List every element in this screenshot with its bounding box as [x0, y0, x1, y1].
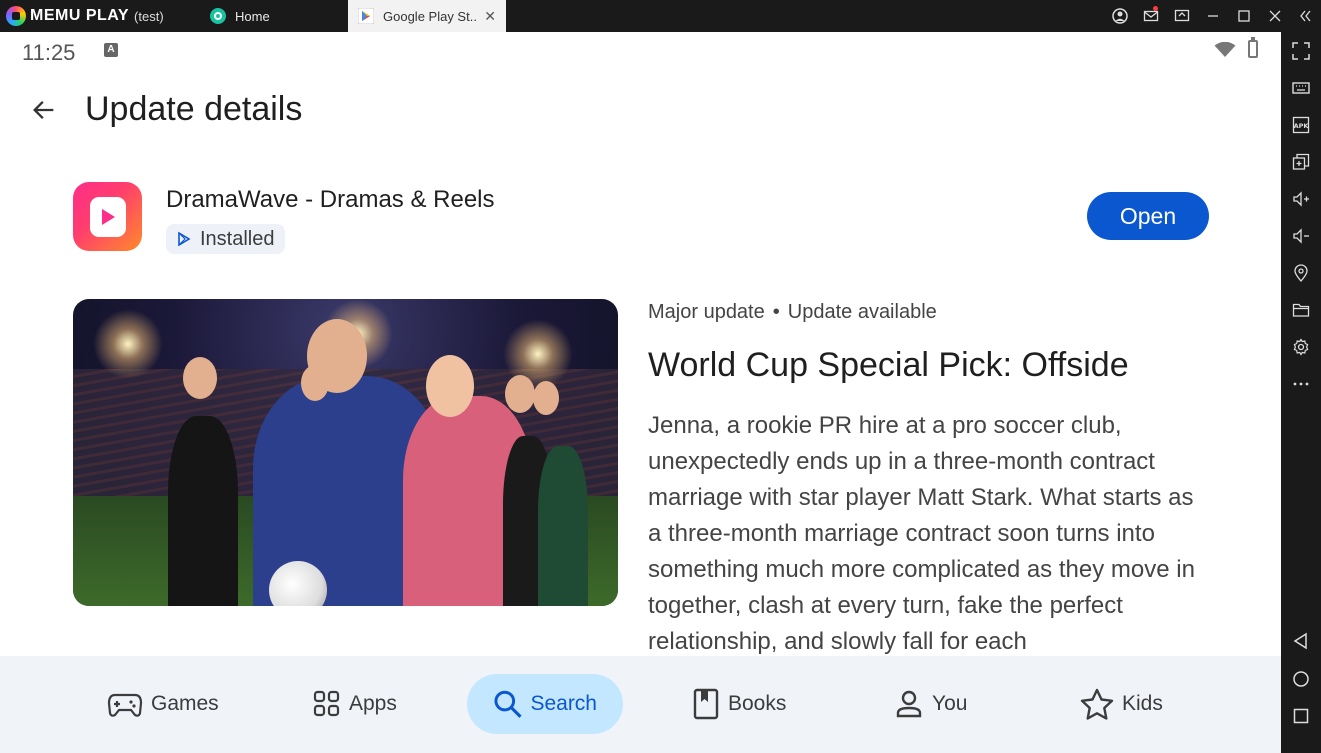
bottom-navigation: Games Apps Search Books You Kids [0, 656, 1281, 753]
close-tab-icon[interactable]: ✕ [484, 8, 496, 25]
home-tab-icon [210, 8, 226, 24]
page-header: Update details [0, 80, 1281, 140]
close-window-icon[interactable] [1259, 0, 1290, 32]
nav-kids[interactable]: Kids [1080, 674, 1163, 734]
android-screen: 11:25 A Update details DramaWave - Drama… [0, 32, 1281, 753]
back-button[interactable] [24, 90, 64, 130]
nav-apps-label: Apps [349, 692, 397, 715]
android-recents-icon[interactable] [1290, 705, 1312, 727]
update-status: Update available [787, 301, 937, 323]
book-icon [693, 688, 719, 720]
instance-name: (test) [134, 8, 164, 24]
android-home-icon[interactable] [1290, 668, 1312, 690]
nav-kids-label: Kids [1122, 692, 1163, 715]
installed-play-icon [178, 231, 191, 247]
memu-logo: MEMU PLAY (test) [0, 0, 200, 32]
page-title: Update details [85, 90, 303, 128]
update-meta: Major update • Update available [648, 301, 937, 324]
nav-books[interactable]: Books [692, 674, 786, 734]
emulator-titlebar: MEMU PLAY (test) Home Google Play St.. ✕ [0, 0, 1321, 32]
account-icon[interactable] [1104, 0, 1135, 32]
volume-down-icon[interactable] [1290, 225, 1312, 247]
apps-grid-icon [313, 690, 340, 717]
android-back-icon[interactable] [1290, 630, 1312, 652]
minimize-icon[interactable] [1197, 0, 1228, 32]
nav-games[interactable]: Games [107, 674, 219, 734]
play-triangle-icon [101, 208, 115, 225]
app-name: DramaWave - Dramas & Reels [166, 186, 495, 213]
wifi-icon [1214, 42, 1236, 57]
notification-dot [1153, 6, 1158, 11]
volume-up-icon[interactable] [1290, 188, 1312, 210]
collapse-sidebar-icon[interactable] [1290, 0, 1321, 32]
nav-you[interactable]: You [894, 674, 967, 734]
installed-chip: Installed [166, 224, 285, 254]
update-hero-image [73, 299, 618, 606]
more-options-icon[interactable] [1290, 373, 1312, 395]
tab-google-play[interactable]: Google Play St.. ✕ [348, 0, 506, 32]
screen-share-icon[interactable] [1166, 0, 1197, 32]
dramawave-app-icon[interactable] [73, 182, 142, 251]
nav-search-label: Search [530, 692, 597, 715]
search-icon [494, 690, 522, 718]
google-play-icon [358, 8, 374, 24]
nav-books-label: Books [728, 692, 787, 715]
brand-name: MEMU PLAY [30, 7, 130, 24]
person-icon [896, 690, 922, 718]
tab-google-play-label: Google Play St.. [383, 8, 477, 24]
location-icon[interactable] [1290, 262, 1312, 284]
memu-logo-icon [6, 6, 26, 26]
folder-icon[interactable] [1290, 299, 1312, 321]
tab-home[interactable]: Home [200, 0, 348, 32]
star-icon [1080, 688, 1114, 720]
back-arrow-icon [33, 101, 54, 119]
settings-gear-icon[interactable] [1290, 336, 1312, 358]
fullscreen-icon[interactable] [1290, 40, 1312, 62]
installed-label: Installed [200, 227, 275, 250]
open-button[interactable]: Open [1087, 192, 1209, 240]
keyboard-status-icon: A [104, 43, 118, 57]
nav-search[interactable]: Search [467, 674, 623, 734]
mail-icon[interactable] [1135, 0, 1166, 32]
apk-install-icon[interactable]: APK [1290, 114, 1312, 136]
nav-you-label: You [932, 692, 968, 715]
multi-window-icon[interactable] [1290, 151, 1312, 173]
nav-games-label: Games [151, 692, 219, 715]
emulator-sidebar: APK [1281, 32, 1321, 753]
keyboard-icon[interactable] [1290, 77, 1312, 99]
status-clock: 11:25 [22, 40, 76, 65]
battery-icon [1248, 37, 1258, 58]
gamepad-icon [107, 693, 143, 717]
update-type: Major update [648, 301, 765, 323]
meta-separator: • [772, 301, 780, 323]
update-description: Jenna, a rookie PR hire at a pro soccer … [648, 412, 1195, 655]
update-title: World Cup Special Pick: Offside [648, 346, 1129, 384]
status-bar: 11:25 A [0, 32, 1281, 70]
tab-home-label: Home [235, 8, 270, 24]
nav-apps[interactable]: Apps [313, 674, 397, 734]
svg-text:APK: APK [1294, 122, 1310, 130]
maximize-icon[interactable] [1228, 0, 1259, 32]
